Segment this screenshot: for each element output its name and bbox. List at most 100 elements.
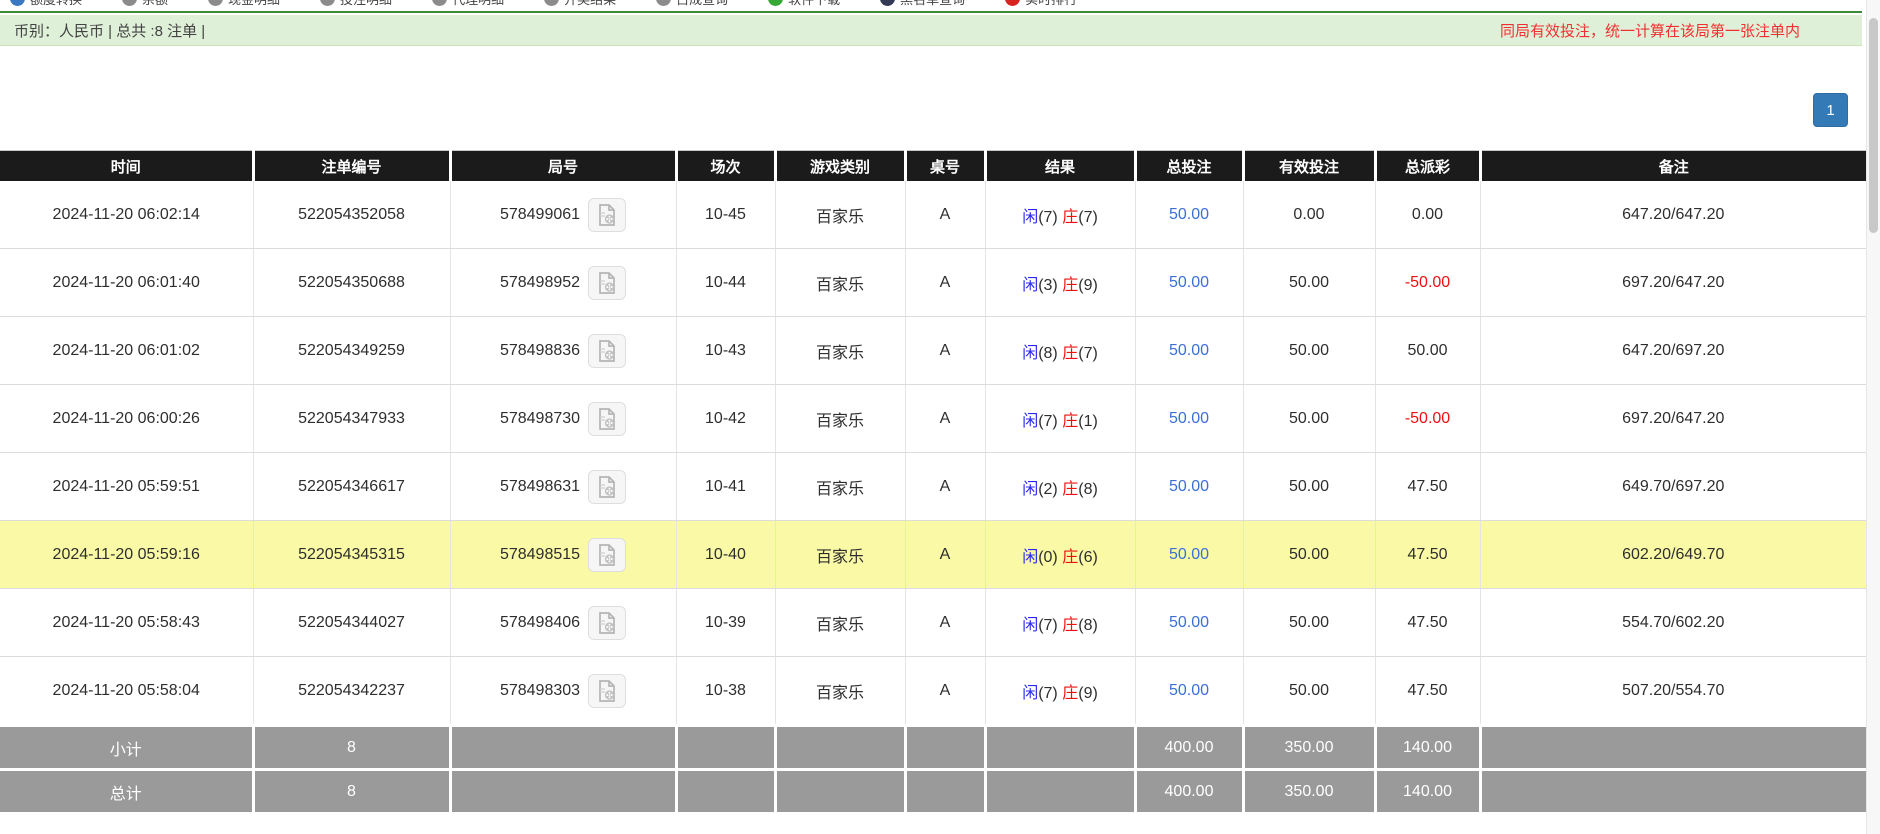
- bet-detail-icon: [320, 0, 335, 6]
- cell-total-bet[interactable]: 50.00: [1135, 521, 1243, 589]
- round-number: 578498836: [500, 342, 580, 360]
- toolbar-item[interactable]: 占成查询: [656, 0, 728, 8]
- cell-bet-id: 522054349259: [253, 317, 450, 385]
- total-row-label: 总计: [0, 770, 253, 813]
- cell-time: 2024-11-20 05:58:43: [0, 589, 253, 657]
- subtotal-row: 小计8400.00350.00140.00: [0, 726, 1866, 770]
- video-replay-button[interactable]: [588, 538, 626, 572]
- toolbar-item-label: 投注明细: [340, 0, 392, 8]
- cell-total-bet[interactable]: 50.00: [1135, 453, 1243, 521]
- top-toolbar: 额度转换 余额 现金明细 投注明细 代理明细 开奖结果 占成查询 软件下载 黑名单查询 实时排行: [0, 0, 1862, 13]
- column-header-bet_id: 注单编号: [253, 151, 450, 182]
- cell-valid-bet: 0.00: [1243, 181, 1375, 249]
- cell-result: 闲(7) 庄(1): [985, 385, 1135, 453]
- cell-result: 闲(7) 庄(9): [985, 657, 1135, 726]
- toolbar-item-label: 现金明细: [228, 0, 280, 8]
- cell-game-type: 百家乐: [775, 181, 905, 249]
- film-icon: [596, 407, 618, 431]
- transfer-icon: [10, 0, 25, 6]
- cell-valid-bet: 50.00: [1243, 453, 1375, 521]
- toolbar-item[interactable]: 黑名单查询: [880, 0, 965, 8]
- cell-remark: 647.20/647.20: [1480, 181, 1866, 249]
- subtotal-row-empty: [985, 726, 1135, 770]
- round-number: 578498952: [500, 274, 580, 292]
- total-bet-link[interactable]: 50.00: [1169, 614, 1209, 631]
- table-row: 2024-11-20 05:59:51522054346617578498631…: [0, 453, 1866, 521]
- total-bet-link[interactable]: 50.00: [1169, 682, 1209, 699]
- subtotal-row-payout: 140.00: [1375, 726, 1480, 770]
- cell-table-no: A: [905, 521, 985, 589]
- total-bet-link[interactable]: 50.00: [1169, 410, 1209, 427]
- cell-game-type: 百家乐: [775, 249, 905, 317]
- toolbar-item-label: 额度转换: [30, 0, 82, 8]
- result-icon: [544, 0, 559, 6]
- cell-valid-bet: 50.00: [1243, 657, 1375, 726]
- cell-bet-id: 522054346617: [253, 453, 450, 521]
- subtotal-row-empty: [905, 726, 985, 770]
- total-row-empty: [1480, 770, 1866, 813]
- toolbar-item[interactable]: 额度转换: [10, 0, 82, 8]
- round-number: 578498631: [500, 478, 580, 496]
- cell-total-bet[interactable]: 50.00: [1135, 249, 1243, 317]
- total-row-count: 8: [253, 770, 450, 813]
- toolbar-item[interactable]: 开奖结果: [544, 0, 616, 8]
- total-bet-link[interactable]: 50.00: [1169, 478, 1209, 495]
- column-header-game_type: 游戏类别: [775, 151, 905, 182]
- video-replay-button[interactable]: [588, 674, 626, 708]
- cell-valid-bet: 50.00: [1243, 589, 1375, 657]
- column-header-total_bet: 总投注: [1135, 151, 1243, 182]
- cell-total-bet[interactable]: 50.00: [1135, 181, 1243, 249]
- subtotal-row-empty: [1480, 726, 1866, 770]
- bet-records-table: 时间注单编号局号场次游戏类别桌号结果总投注有效投注总派彩备注 2024-11-2…: [0, 150, 1866, 812]
- table-row: 2024-11-20 06:01:40522054350688578498952…: [0, 249, 1866, 317]
- film-icon: [596, 543, 618, 567]
- total-row: 总计8400.00350.00140.00: [0, 770, 1866, 813]
- share-query-icon: [656, 0, 671, 6]
- cell-bet-id: 522054344027: [253, 589, 450, 657]
- toolbar-item-label: 黑名单查询: [900, 0, 965, 8]
- cell-valid-bet: 50.00: [1243, 521, 1375, 589]
- total-row-empty: [676, 770, 775, 813]
- settlement-note: 同局有效投注，统一计算在该局第一张注单内: [1500, 20, 1800, 41]
- scrollbar-thumb[interactable]: [1869, 18, 1878, 233]
- total-bet-link[interactable]: 50.00: [1169, 206, 1209, 223]
- toolbar-item[interactable]: 代理明细: [432, 0, 504, 8]
- cell-payout: 47.50: [1375, 521, 1480, 589]
- cell-payout: 47.50: [1375, 453, 1480, 521]
- video-replay-button[interactable]: [588, 266, 626, 300]
- cell-session: 10-44: [676, 249, 775, 317]
- balance-icon: [122, 0, 137, 6]
- toolbar-item[interactable]: 余额: [122, 0, 168, 8]
- cell-result: 闲(7) 庄(7): [985, 181, 1135, 249]
- toolbar-item[interactable]: 软件下载: [768, 0, 840, 8]
- ranking-icon: [1005, 0, 1020, 6]
- toolbar-item-label: 占成查询: [676, 0, 728, 8]
- cell-total-bet[interactable]: 50.00: [1135, 589, 1243, 657]
- blacklist-icon: [880, 0, 895, 6]
- cell-table-no: A: [905, 249, 985, 317]
- toolbar-item-label: 代理明细: [452, 0, 504, 8]
- cell-total-bet[interactable]: 50.00: [1135, 657, 1243, 726]
- cell-time: 2024-11-20 06:00:26: [0, 385, 253, 453]
- cell-total-bet[interactable]: 50.00: [1135, 385, 1243, 453]
- video-replay-button[interactable]: [588, 198, 626, 232]
- video-replay-button[interactable]: [588, 402, 626, 436]
- toolbar-item[interactable]: 实时排行: [1005, 0, 1077, 8]
- video-replay-button[interactable]: [588, 334, 626, 368]
- vertical-scrollbar[interactable]: [1866, 0, 1880, 834]
- video-replay-button[interactable]: [588, 606, 626, 640]
- total-bet-link[interactable]: 50.00: [1169, 546, 1209, 563]
- toolbar-item[interactable]: 现金明细: [208, 0, 280, 8]
- cell-result: 闲(7) 庄(8): [985, 589, 1135, 657]
- round-number: 578498730: [500, 410, 580, 428]
- column-header-payout: 总派彩: [1375, 151, 1480, 182]
- pagination-page-1[interactable]: 1: [1813, 93, 1848, 127]
- cell-total-bet[interactable]: 50.00: [1135, 317, 1243, 385]
- video-replay-button[interactable]: [588, 470, 626, 504]
- total-bet-link[interactable]: 50.00: [1169, 274, 1209, 291]
- currency-total-label: 币别：人民币 | 总共 :8 注单 |: [14, 20, 205, 41]
- cell-result: 闲(2) 庄(8): [985, 453, 1135, 521]
- total-bet-link[interactable]: 50.00: [1169, 342, 1209, 359]
- cell-result: 闲(0) 庄(6): [985, 521, 1135, 589]
- toolbar-item[interactable]: 投注明细: [320, 0, 392, 8]
